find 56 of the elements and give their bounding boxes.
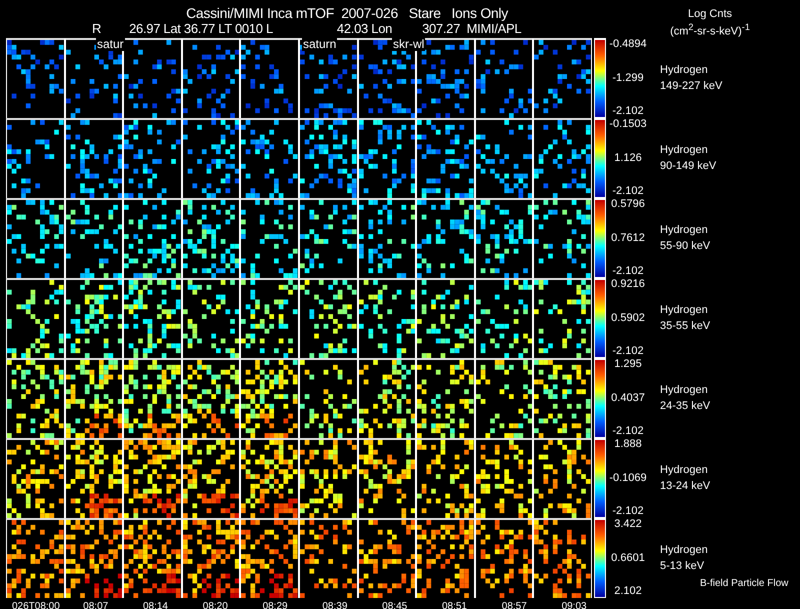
ephemeris-label: 26.97 Lat 36.77 LT 0010 L	[129, 22, 273, 36]
scale-max-label: 3.422	[614, 519, 642, 530]
legend-label: B-field Particle Flow	[700, 577, 788, 591]
scale-min-label: -2.102	[612, 266, 644, 277]
scale-min-label: -2.102	[612, 346, 644, 357]
scale-mid-label: 0.6601	[611, 552, 645, 564]
energy-label: 55-90 keV	[660, 239, 712, 254]
time-tick-label: 08:20	[202, 601, 228, 609]
time-tick-label: 08:51	[442, 601, 467, 609]
energy-label: 90-149 keV	[660, 159, 718, 174]
scale-min-label: -2.102	[612, 106, 644, 117]
energy-label: 35-55 keV	[660, 319, 712, 334]
scale-max-label: -0.4894	[609, 39, 647, 50]
overlay-label: skr-wl	[392, 38, 426, 51]
scale-min-label: 2.102	[614, 586, 642, 597]
species-label: Hydrogen	[660, 463, 709, 478]
scale-min-label: -2.102	[612, 506, 644, 517]
scale-max-label: 1.888	[614, 439, 642, 450]
scale-max-label: 0.5796	[611, 199, 645, 210]
time-tick-label: 08:07	[83, 601, 108, 609]
time-tick-label: 026T08:00	[12, 601, 60, 609]
scale-title: Log Cnts	[688, 8, 732, 21]
ephemeris-label: 307.27 MIMI/APL	[422, 22, 522, 36]
scale-mid-label: 0.4037	[611, 392, 645, 404]
species-label: Hydrogen	[660, 63, 709, 78]
scale-mid-label: 0.5902	[611, 312, 645, 324]
overlay-label: saturn	[302, 38, 338, 51]
plot-title: Cassini/MIMI Inca mTOF 2007-026 Stare Ions Only	[185, 4, 510, 22]
energy-label: 13-24 keV	[660, 479, 712, 494]
scale-units: (cm$^{2}$-sr-s-keV)$^{-1}$	[670, 21, 750, 39]
energy-label: 149-227 keV	[660, 79, 724, 94]
time-tick-label: 08:57	[502, 601, 527, 609]
scale-max-label: -0.1503	[609, 119, 647, 130]
ephemeris-label: 42.03 Lon	[336, 22, 392, 36]
time-tick-label: 08:39	[322, 601, 348, 609]
scale-min-label: -2.102	[612, 426, 644, 437]
scale-mid-label: 1.126	[614, 152, 642, 164]
species-label: Hydrogen	[660, 303, 709, 318]
species-label: Hydrogen	[660, 543, 709, 558]
scale-min-label: -2.102	[612, 186, 644, 197]
scale-mid-label: -0.1069	[609, 472, 647, 484]
overlay-label: satur	[96, 38, 125, 51]
species-label: Hydrogen	[660, 383, 709, 398]
ephemeris-label: R	[92, 22, 102, 36]
scale-max-label: 1.295	[614, 359, 642, 370]
time-tick-label: 08:14	[142, 601, 168, 609]
time-tick-label: 09:03	[562, 601, 587, 609]
scale-max-label: 0.9216	[611, 279, 645, 290]
time-tick-label: 08:29	[262, 601, 288, 609]
species-label: Hydrogen	[660, 143, 709, 158]
scale-mid-label: 0.7612	[611, 232, 645, 244]
scale-mid-label: -1.299	[612, 72, 644, 84]
species-label: Hydrogen	[660, 223, 709, 238]
time-tick-label: 08:45	[382, 601, 408, 609]
energy-label: 5-13 keV	[660, 559, 706, 574]
energy-label: 24-35 keV	[660, 399, 712, 414]
